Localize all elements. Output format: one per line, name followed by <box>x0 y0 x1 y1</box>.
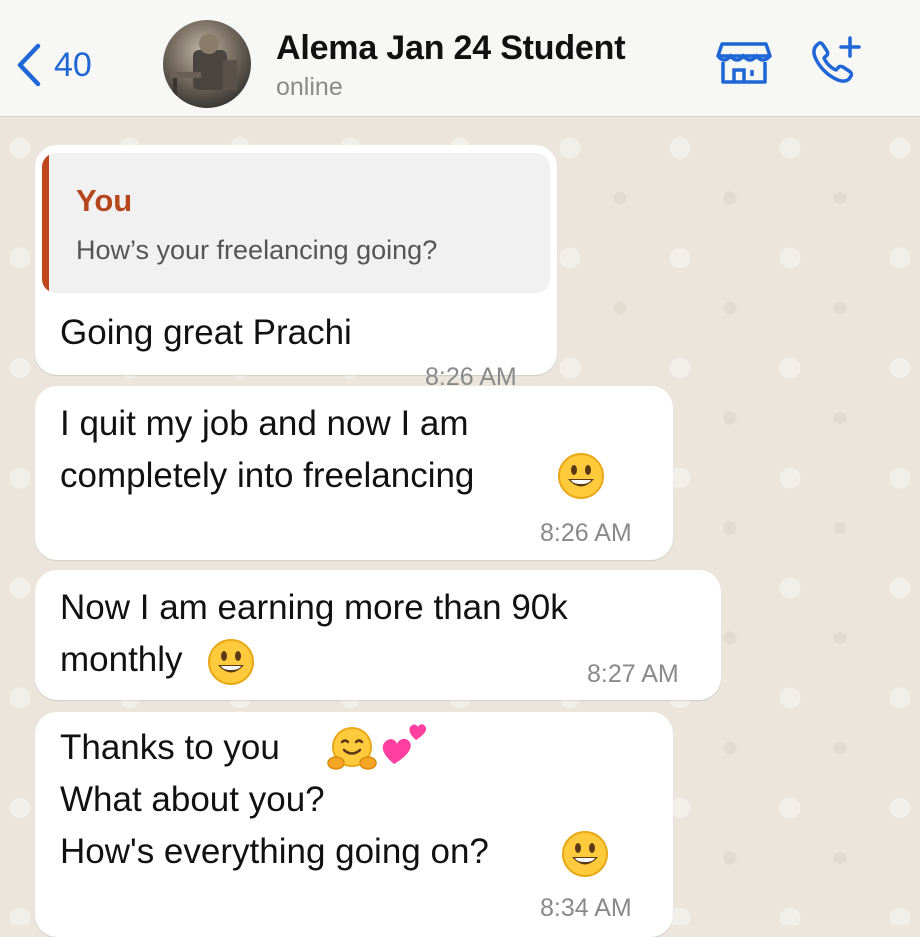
back-button[interactable]: 40 <box>14 40 92 90</box>
message-text: completely into freelancing <box>60 456 475 495</box>
message-text: monthly <box>60 640 183 679</box>
grinning-face-emoji <box>207 638 255 686</box>
contact-name[interactable]: Alema Jan 24 Student <box>276 29 626 68</box>
avatar-photo <box>171 34 237 98</box>
message-bubble[interactable]: You How’s your freelancing going? Going … <box>35 145 557 391</box>
quote-author: You <box>76 183 133 218</box>
message-text: What about you? <box>60 780 325 819</box>
quote-text: How’s your freelancing going? <box>76 235 438 265</box>
quoted-message[interactable]: You How’s your freelancing going? <box>42 153 550 293</box>
add-call-button[interactable] <box>806 34 864 90</box>
grinning-face-emoji <box>561 830 609 878</box>
chat-header: 40 Alema Jan 24 Student online <box>0 0 920 117</box>
message-text: Going great Prachi <box>60 313 352 352</box>
chevron-left-icon <box>17 43 41 87</box>
contact-status: online <box>276 73 343 101</box>
message-text: I quit my job and now I am <box>60 404 469 443</box>
message-time: 8:34 AM <box>540 894 632 922</box>
message-time: 8:26 AM <box>540 519 632 547</box>
message-bubble[interactable]: I quit my job and now I am completely in… <box>35 386 673 560</box>
store-button[interactable] <box>716 40 772 86</box>
two-hearts-emoji <box>380 720 430 770</box>
message-bubble[interactable]: Now I am earning more than 90k monthly 8… <box>35 570 721 700</box>
message-text: Thanks to you <box>60 728 280 767</box>
message-text: How's everything going on? <box>60 832 489 871</box>
unread-count: 40 <box>54 45 92 84</box>
add-call-icon <box>812 36 861 83</box>
hugging-face-emoji <box>327 725 377 775</box>
message-text: Now I am earning more than 90k <box>60 588 568 627</box>
message-time: 8:27 AM <box>587 660 679 688</box>
chat-area[interactable]: You How’s your freelancing going? Going … <box>0 118 920 937</box>
grinning-face-emoji <box>557 452 605 500</box>
store-icon <box>716 42 772 84</box>
avatar[interactable] <box>163 20 251 108</box>
message-bubble[interactable]: Thanks to you What about you? How's ever… <box>35 712 673 937</box>
quote-accent-bar <box>42 153 49 293</box>
